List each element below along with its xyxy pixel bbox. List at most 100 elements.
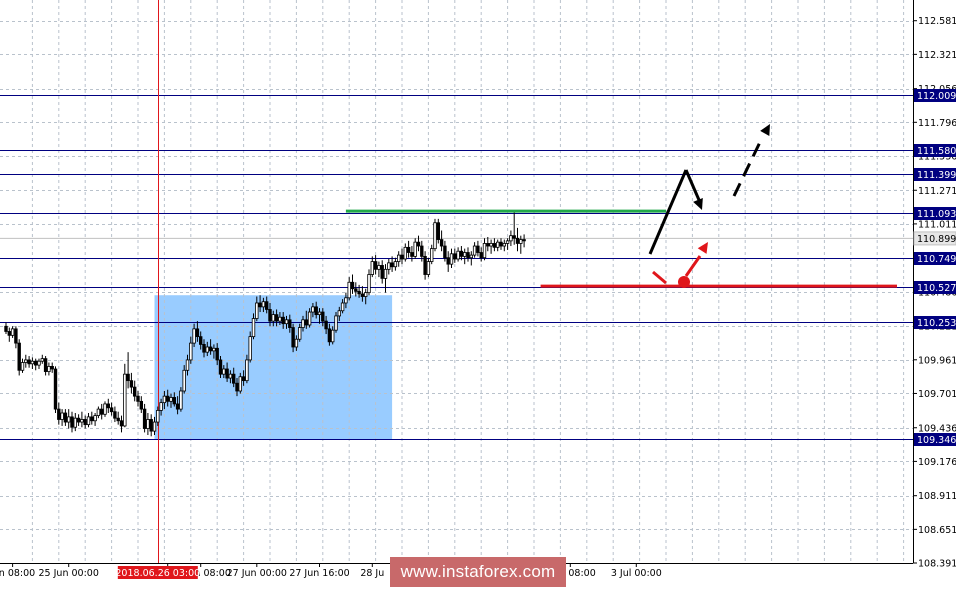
price-tick-label: 111.271 <box>918 186 956 197</box>
candle-body <box>70 416 74 428</box>
watermark: www.instaforex.com <box>390 557 566 587</box>
candle-body <box>34 360 38 366</box>
candle-body <box>80 419 84 423</box>
candle-body <box>215 347 219 361</box>
candle-body <box>459 250 464 257</box>
candle-body <box>116 417 120 422</box>
candle-body <box>489 243 493 247</box>
candle-body <box>390 262 394 268</box>
candle-body <box>37 360 41 366</box>
candle-body <box>278 316 282 322</box>
candle-body <box>340 302 345 312</box>
candle-body <box>47 366 51 372</box>
price-tick-label: 112.581 <box>918 16 956 27</box>
candle-body <box>377 265 381 270</box>
candle-body <box>439 239 444 247</box>
candle-body <box>393 261 398 268</box>
candle-body <box>446 257 450 265</box>
candle-body <box>156 410 160 423</box>
candle-body <box>218 359 223 375</box>
candle-body <box>67 416 71 423</box>
candle-body <box>238 376 242 392</box>
candle-body <box>317 311 322 316</box>
price-axis: 112.581112.321112.056111.796111.536111.2… <box>913 0 956 570</box>
candle-body <box>251 318 256 338</box>
candle-body <box>462 252 467 257</box>
price-tick-label: 111.011 <box>918 219 956 230</box>
price-level-label: 109.346 <box>917 435 956 446</box>
candle-body <box>387 262 391 270</box>
candle-body <box>423 255 427 275</box>
candle-body <box>109 407 114 413</box>
candle-body <box>413 241 417 257</box>
price-tick-label: 108.911 <box>918 491 956 502</box>
candle-body <box>126 373 130 382</box>
candle-body <box>162 395 167 404</box>
candle-body <box>403 246 407 260</box>
candle-body <box>198 336 203 345</box>
candle-body <box>509 235 513 242</box>
candle-body <box>83 419 87 426</box>
candle-body <box>189 342 193 361</box>
candle-body <box>235 382 239 392</box>
price-tick-label: 108.651 <box>918 525 956 536</box>
candle-body <box>10 328 15 336</box>
candle-body <box>284 319 289 325</box>
candle-body <box>63 412 68 423</box>
candle-body <box>261 301 266 308</box>
candle-body <box>281 316 285 325</box>
price-tick-label: 108.391 <box>918 559 956 570</box>
candle-body <box>30 360 35 365</box>
candle-body <box>479 252 483 259</box>
candle-body <box>453 253 457 260</box>
candle-body <box>169 397 173 402</box>
candle-body <box>486 243 490 247</box>
price-level-label: 110.749 <box>917 254 956 265</box>
price-level-label: 112.009 <box>917 91 956 102</box>
time-tick-label: 27 Jun 16:00 <box>289 568 349 579</box>
price-level-label: 111.399 <box>917 170 956 181</box>
candle-body <box>515 237 520 244</box>
candle-body <box>519 239 523 244</box>
candle-body <box>482 243 487 259</box>
candle-body <box>185 359 190 371</box>
price-tick-label: 109.701 <box>918 389 956 400</box>
chart-svg: 112.581112.321112.056111.796111.536111.2… <box>0 0 956 579</box>
candle-body <box>182 369 186 392</box>
candle-body <box>505 240 510 244</box>
candle-body <box>344 297 348 304</box>
candle-body <box>136 395 140 402</box>
candle-body <box>347 281 351 299</box>
time-tick-label: 3 Jul 00:00 <box>611 568 662 579</box>
candle-body <box>426 261 431 275</box>
candle-body <box>27 359 31 365</box>
candle-body <box>202 344 206 353</box>
candle-body <box>195 328 200 338</box>
candle-body <box>291 327 295 348</box>
candle-body <box>264 301 269 310</box>
candle-body <box>255 302 259 319</box>
candle-body <box>24 359 28 363</box>
candle-body <box>433 222 437 250</box>
candle-body <box>334 315 338 331</box>
candle-body <box>357 290 361 295</box>
time-tick-label: Jun 08:00 <box>0 568 35 579</box>
candle-body <box>76 417 81 423</box>
price-level-label: 111.580 <box>917 146 956 157</box>
candle-body <box>4 325 8 332</box>
candle-body <box>268 309 272 322</box>
candle-body <box>311 306 315 313</box>
candle-body <box>132 386 137 397</box>
candle-body <box>499 241 503 247</box>
candle-body <box>301 319 305 328</box>
candle-body <box>159 402 163 411</box>
candle-body <box>416 241 421 247</box>
candle-body <box>222 368 226 375</box>
candle-body <box>495 241 500 248</box>
candle-body <box>40 358 44 362</box>
candle-body <box>373 261 378 270</box>
candle-body <box>271 314 275 322</box>
candle-body <box>245 359 249 382</box>
candle-body <box>50 366 54 370</box>
candle-body <box>106 403 110 409</box>
